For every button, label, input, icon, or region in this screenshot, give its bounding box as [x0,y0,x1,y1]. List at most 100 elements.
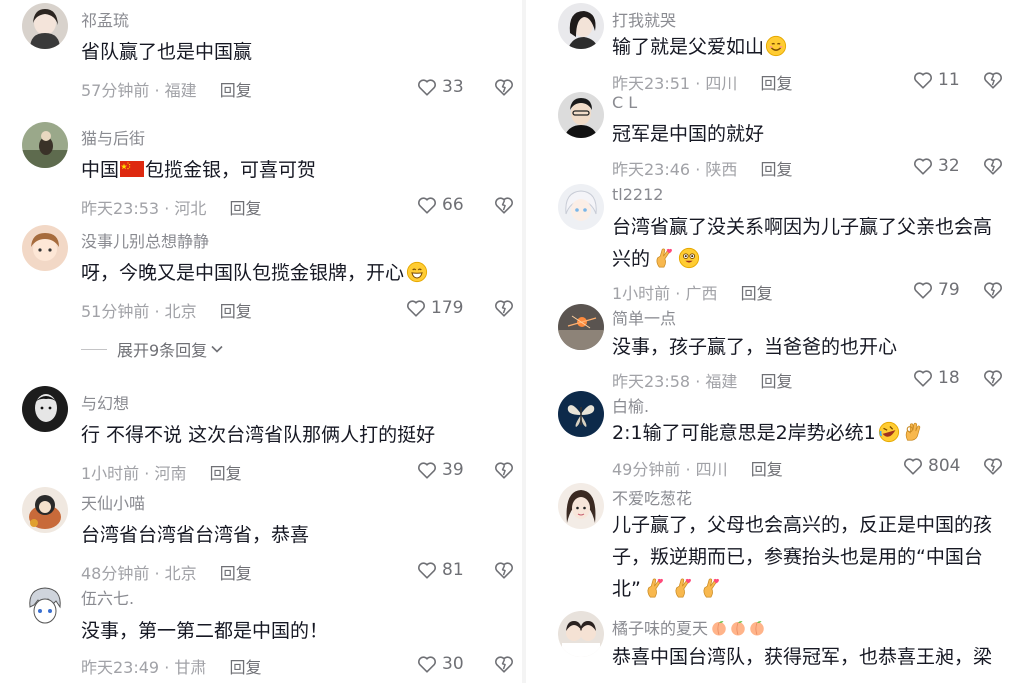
comment-username[interactable]: 天仙小喵 [81,490,145,514]
like-button[interactable]: 804 [902,455,960,477]
avatar[interactable] [558,391,604,437]
reply-button[interactable]: 回复 [220,302,252,321]
reply-button[interactable]: 回复 [761,74,793,93]
comment-username[interactable]: 祁孟琉 [81,7,129,31]
avatar[interactable] [22,583,68,629]
comment-column-right: 打我就哭 输了就是父爱如山 昨天23:51 · 四川 回复 11 C L 冠军是… [526,0,1024,683]
broken-heart-icon[interactable] [493,459,515,481]
comment-item: C L 冠军是中国的就好 昨天23:46 · 陕西 回复 32 [526,92,1024,184]
comment-username[interactable]: 与幻想 [81,390,129,414]
avatar[interactable] [22,487,68,533]
like-count: 39 [442,460,464,480]
comment-time: 昨天23:58 [612,372,691,391]
broken-heart-icon[interactable] [493,194,515,216]
expand-replies-button[interactable]: 展开9条回复 [81,337,225,361]
comment-location: 北京 [164,302,197,321]
like-count: 18 [938,368,960,388]
reply-button[interactable]: 回复 [210,464,242,483]
broken-heart-icon[interactable] [982,367,1004,389]
comment-text-part: 输了就是父爱如山 [612,36,765,58]
crossed-fingers-heart-emoji-icon [643,577,665,599]
comment-username[interactable]: 没事儿别总想静静 [81,228,209,252]
meta-separator: · [690,372,706,391]
wide-eyed-emoji-icon [678,247,700,269]
smiling-emoji-icon [765,35,787,57]
broken-heart-icon[interactable] [982,155,1004,177]
like-count: 66 [442,195,464,215]
avatar[interactable] [558,483,604,529]
broken-heart-icon[interactable] [493,653,515,675]
broken-heart-icon[interactable] [982,69,1004,91]
comment-item: 伍六七. 没事，第一第二都是中国的！ 昨天23:49 · 甘肃 回复 30 [0,578,522,683]
comment-location: 河南 [154,464,187,483]
reply-button[interactable]: 回复 [741,284,773,303]
avatar[interactable] [558,184,604,230]
reply-button[interactable]: 回复 [761,372,793,391]
comment-text-part: 中国 [81,159,120,181]
comment-text: 中国 包揽金银，可喜可贺 [81,154,316,186]
like-button[interactable]: 30 [416,653,464,675]
grinning-emoji-icon [406,261,428,283]
comment-time: 49分钟前 [612,460,681,479]
comment-username[interactable]: 不爱吃葱花 [612,485,692,509]
comment-time: 昨天23:51 [612,74,691,93]
comment-username[interactable]: 橘子味的夏天 [612,615,766,639]
comment-username[interactable]: 伍六七. [81,585,134,609]
avatar[interactable] [22,122,68,168]
avatar[interactable] [22,225,68,271]
like-count: 804 [928,456,961,476]
comment-meta: 51分钟前 · 北京 回复 [81,298,252,322]
chevron-down-icon [209,341,225,357]
meta-separator: · [680,460,696,479]
reply-button[interactable]: 回复 [220,81,252,100]
reply-button[interactable]: 回复 [761,160,793,179]
comment-item: 简单一点 没事，孩子赢了，当爸爸的也开心 昨天23:58 · 福建 回复 18 [526,304,1024,391]
avatar[interactable] [558,3,604,49]
reply-button[interactable]: 回复 [230,658,262,677]
comment-username[interactable]: 白榆. [612,393,649,417]
avatar[interactable] [22,3,68,49]
like-button[interactable]: 18 [912,367,960,389]
comment-username[interactable]: 打我就哭 [612,7,676,31]
avatar[interactable] [558,304,604,350]
comment-username[interactable]: 简单一点 [612,305,676,329]
like-button[interactable]: 33 [416,76,464,98]
reply-button[interactable]: 回复 [230,199,262,218]
like-button[interactable]: 39 [416,459,464,481]
comment-meta: 1小时前 · 广西 回复 [612,280,773,304]
comment-username[interactable]: 猫与后街 [81,125,145,149]
broken-heart-icon[interactable] [493,76,515,98]
comment-location: 福建 [705,372,738,391]
like-button[interactable]: 66 [416,194,464,216]
like-button[interactable]: 179 [405,297,463,319]
comment-username[interactable]: tl2212 [612,185,663,204]
like-count: 179 [431,298,464,318]
like-count: 30 [442,654,464,674]
broken-heart-icon[interactable] [982,455,1004,477]
like-button[interactable]: 79 [912,279,960,301]
comment-time: 1小时前 [612,284,671,303]
rolling-laughing-emoji-icon [878,421,900,443]
comment-username[interactable]: C L [612,93,637,112]
broken-heart-icon[interactable] [982,279,1004,301]
comment-time: 昨天23:53 [81,199,160,218]
like-button[interactable]: 32 [912,155,960,177]
meta-separator: · [159,658,175,677]
avatar[interactable] [22,386,68,432]
broken-heart-icon[interactable] [493,297,515,319]
comment-text: 恭喜中国台湾队，获得冠军，也恭喜王昶，梁 [612,646,993,668]
like-count: 11 [938,70,960,90]
avatar[interactable] [558,92,604,138]
comment-item: 与幻想 行 不得不说 这次台湾省队那俩人打的挺好 1小时前 · 河南 回复 39 [0,382,522,485]
heart-outline-icon [912,279,934,301]
comment-item: 祁孟琉 省队赢了也是中国赢 57分钟前 · 福建 回复 33 [0,0,522,112]
comment-location: 陕西 [705,160,738,179]
like-button[interactable]: 11 [912,69,960,91]
meta-separator: · [149,302,165,321]
comment-location: 甘肃 [174,658,207,677]
avatar[interactable] [558,611,604,657]
reply-button[interactable]: 回复 [751,460,783,479]
comment-text-part: 包揽金银，可喜可贺 [145,159,317,181]
china-flag-icon [120,160,144,178]
comment-meta: 昨天23:58 · 福建 回复 [612,368,793,392]
